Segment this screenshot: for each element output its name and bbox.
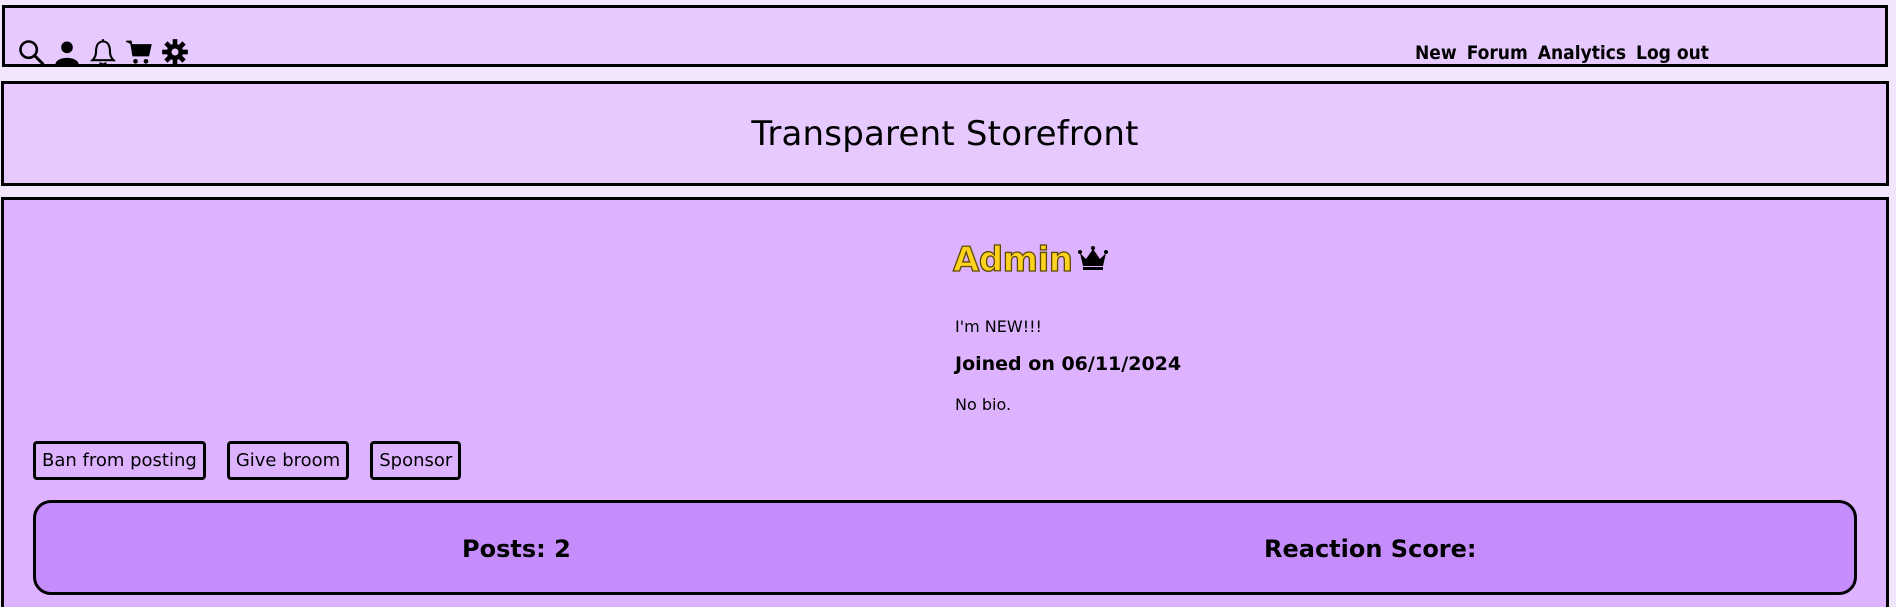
profile-joined: Joined on 06/11/2024 xyxy=(955,353,1182,375)
site-banner: Transparent Storefront xyxy=(1,81,1889,186)
cart-icon[interactable] xyxy=(125,38,153,66)
nav-new[interactable]: New xyxy=(1415,42,1457,64)
posts-count: Posts: 2 xyxy=(462,535,571,563)
bell-icon[interactable] xyxy=(89,38,117,66)
nav-analytics[interactable]: Analytics xyxy=(1538,42,1626,64)
main-nav: New Forum Analytics Log out xyxy=(1415,42,1709,64)
search-icon[interactable] xyxy=(17,38,45,66)
user-icon[interactable] xyxy=(53,38,81,66)
profile-username: Admin xyxy=(952,239,1073,280)
nav-logout[interactable]: Log out xyxy=(1636,42,1709,64)
moderation-actions: Ban from posting Give broom Sponsor xyxy=(33,441,462,480)
profile-username-row: Admin xyxy=(952,239,1109,281)
profile-status: I'm NEW!!! xyxy=(955,317,1042,336)
site-title: Transparent Storefront xyxy=(751,113,1139,154)
top-navbar: New Forum Analytics Log out xyxy=(2,5,1888,67)
gear-icon[interactable] xyxy=(161,38,189,66)
ban-button[interactable]: Ban from posting xyxy=(33,441,206,480)
sponsor-button[interactable]: Sponsor xyxy=(370,441,462,480)
profile-stats: Posts: 2 Reaction Score: xyxy=(33,500,1857,595)
nav-forum[interactable]: Forum xyxy=(1467,42,1528,64)
give-broom-button[interactable]: Give broom xyxy=(226,441,350,480)
icon-toolbar xyxy=(17,38,189,66)
reaction-score: Reaction Score: xyxy=(1264,535,1477,563)
profile-bio: No bio. xyxy=(955,395,1012,414)
crown-icon xyxy=(1078,245,1109,275)
